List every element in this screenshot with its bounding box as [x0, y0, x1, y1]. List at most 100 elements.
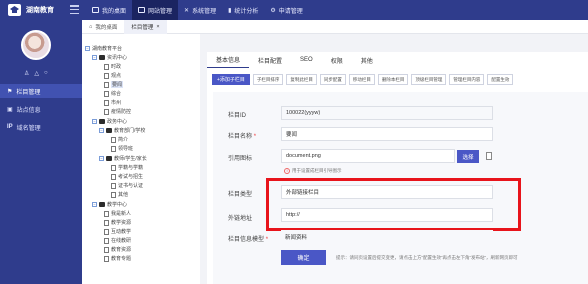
tree-node[interactable]: 教育专题	[104, 255, 131, 262]
tree-node[interactable]: 简介	[111, 136, 128, 143]
id-field: 100022(yyyw)	[281, 106, 493, 120]
logo-icon	[8, 4, 21, 16]
menu-toggle-icon[interactable]	[70, 5, 79, 14]
file-icon[interactable]	[486, 152, 492, 160]
toolbar: +添加子栏目 子栏目排序 复制此栏目 同步配置 移动栏目 删除本栏目 顶级栏目管…	[212, 74, 514, 85]
file-icon	[104, 237, 109, 244]
collapse-icon: −	[85, 46, 90, 51]
file-icon	[111, 173, 116, 180]
folder-icon	[99, 119, 105, 124]
tab-seo[interactable]: SEO	[291, 52, 322, 68]
brand-name: 湖南教育	[26, 7, 54, 14]
flag-icon: ⚑	[7, 88, 13, 95]
file-icon	[104, 246, 109, 253]
tree-node[interactable]: 考试与招生	[111, 173, 143, 180]
gear-icon: ⚙	[270, 7, 276, 14]
tab-basic-info[interactable]: 基本信息	[207, 52, 250, 68]
select-button[interactable]: 选择	[457, 150, 479, 163]
tab-permission[interactable]: 权限	[322, 52, 352, 68]
tpl-select[interactable]: 新闻资料	[281, 230, 493, 244]
tree-node[interactable]: − 教学中心	[92, 201, 127, 208]
collapse-icon: −	[99, 128, 104, 133]
manage-content-button[interactable]: 管理栏目内容	[449, 74, 485, 85]
file-icon	[104, 210, 109, 217]
user-icon[interactable]: ♙	[24, 70, 29, 77]
tree-node[interactable]: 教学资源	[104, 219, 131, 226]
topnav-system[interactable]: ✕ 系统管理	[178, 0, 222, 20]
tree-node[interactable]: 我是新人	[104, 210, 131, 217]
folder-icon	[106, 156, 112, 161]
apply-config-button[interactable]: 配置生效	[487, 74, 514, 85]
sync-config-button[interactable]: 同步配置	[319, 74, 346, 85]
tree-node[interactable]: 教育资源	[104, 246, 131, 253]
topnav-apply[interactable]: ⚙ 申请管理	[264, 0, 308, 20]
topnav-stats[interactable]: ▮ 统计分析	[222, 0, 264, 20]
file-icon	[104, 81, 109, 88]
file-icon	[104, 63, 109, 70]
monitor-icon	[92, 7, 99, 13]
tree-node[interactable]: 疫情防控	[104, 108, 131, 115]
tools-icon: ✕	[184, 7, 190, 14]
topnav-desktop[interactable]: 我的桌面	[86, 0, 132, 20]
tree-node[interactable]: 互动教学	[104, 228, 131, 235]
file-icon	[104, 90, 109, 97]
folder-icon	[99, 202, 105, 207]
move-column-button[interactable]: 移动栏目	[348, 74, 375, 85]
chart-icon: ▮	[228, 7, 232, 14]
highlight-box	[266, 178, 521, 231]
file-icon	[104, 99, 109, 106]
folder-icon	[106, 128, 112, 133]
content-tabs: 基本信息 栏目配置 SEO 权限 其他	[207, 52, 382, 68]
tree-node[interactable]: 综合	[104, 90, 121, 97]
icon-field[interactable]: document.png	[281, 149, 455, 163]
tree-node[interactable]: 市州	[104, 99, 121, 106]
tree-node[interactable]: − 资讯中心	[92, 54, 127, 61]
name-field[interactable]: 要闻	[281, 127, 493, 141]
topnav-site[interactable]: 网站管理	[132, 0, 179, 20]
sidebar-item-site-info[interactable]: ▣ 站点信息	[0, 102, 82, 116]
tab-other[interactable]: 其他	[352, 52, 382, 68]
top-nav: 我的桌面 网站管理 ✕ 系统管理 ▮ 统计分析 ⚙ 申请管理	[86, 0, 309, 20]
tree-node[interactable]: 时政	[104, 63, 121, 70]
tab-column-manage[interactable]: 栏目管理 ×	[124, 19, 167, 34]
window-icon: ▣	[7, 106, 13, 113]
icon-hint: ! 用于设置成栏目引导图示	[284, 168, 342, 174]
confirm-button[interactable]: 确定	[281, 250, 326, 265]
file-icon	[111, 191, 116, 198]
top-bar: 湖南教育 我的桌面 网站管理 ✕ 系统管理 ▮ 统计分析 ⚙ 申请管理	[0, 0, 588, 20]
sort-subcolumn-button[interactable]: 子栏目排序	[252, 74, 284, 85]
file-icon	[104, 108, 109, 115]
tree-node[interactable]: − 教师/学生/家长	[99, 155, 147, 162]
sidebar-item-column[interactable]: ⚑ 栏目管理	[0, 84, 82, 98]
tab-desktop[interactable]: ⌂ 我的桌面	[82, 20, 124, 34]
collapse-icon: −	[99, 156, 104, 161]
column-tree: − 湖南教育平台 − 资讯中心 时政 观点 要闻 综合 市州 疫情防控 − 政务中心 …	[82, 34, 200, 284]
copy-column-button[interactable]: 复制此栏目	[286, 74, 317, 85]
tree-node[interactable]: − 湖南教育平台	[85, 45, 122, 52]
tab-column-config[interactable]: 栏目配置	[249, 52, 291, 68]
collapse-icon: −	[92, 119, 97, 124]
avatar[interactable]	[21, 30, 51, 60]
sidebar: ♙ △ ○ ⚑ 栏目管理 ▣ 站点信息 IP 域名管理	[0, 20, 82, 284]
submit-note: 提示：请同页设置后提交变更，请点击上方“配置生效”再点击左下角“发布站”，刷新网…	[336, 255, 518, 260]
file-icon	[104, 228, 109, 235]
tree-node[interactable]: 在线教研	[104, 237, 131, 244]
tree-node[interactable]: 观点	[104, 72, 121, 79]
tree-node[interactable]: 领导班	[111, 145, 133, 152]
tree-node-selected[interactable]: 要闻	[104, 81, 124, 88]
url-label: 外链地址	[228, 216, 253, 222]
tree-node[interactable]: − 教育部门/学校	[99, 127, 145, 134]
add-subcolumn-button[interactable]: +添加子栏目	[212, 74, 250, 85]
ip-icon: IP	[7, 124, 13, 130]
close-icon[interactable]: ×	[156, 24, 159, 30]
tree-node[interactable]: 其他	[111, 191, 128, 198]
tree-node[interactable]: − 政务中心	[92, 118, 127, 125]
sidebar-item-domain[interactable]: IP 域名管理	[0, 120, 82, 134]
delete-column-button[interactable]: 删除本栏目	[377, 74, 409, 85]
top-column-manage-button[interactable]: 顶级栏目管理	[411, 74, 447, 85]
tree-node[interactable]: 学籍与学籍	[111, 164, 143, 171]
bell-icon[interactable]: △	[34, 70, 39, 77]
tree-node[interactable]: 证书与认证	[111, 182, 143, 189]
collapse-icon: −	[92, 55, 97, 60]
power-icon[interactable]: ○	[44, 70, 48, 77]
